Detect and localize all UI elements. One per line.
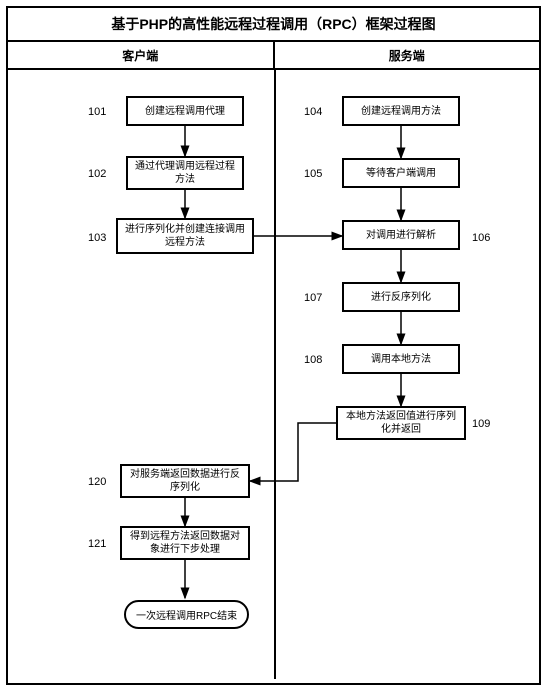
box-108: 调用本地方法: [342, 344, 460, 374]
diagram-title: 基于PHP的高性能远程过程调用（RPC）框架过程图: [8, 8, 539, 42]
box-120: 对服务端返回数据进行反序列化: [120, 464, 250, 498]
box-101: 创建远程调用代理: [126, 96, 244, 126]
label-104: 104: [304, 106, 322, 118]
end-node: 一次远程调用RPC结束: [124, 600, 249, 629]
box-104: 创建远程调用方法: [342, 96, 460, 126]
swimlanes: 101 创建远程调用代理 102 通过代理调用远程过程方法 103 进行序列化并…: [8, 70, 539, 679]
client-header: 客户端: [8, 42, 275, 68]
label-121: 121: [88, 538, 106, 550]
box-107: 进行反序列化: [342, 282, 460, 312]
label-105: 105: [304, 168, 322, 180]
box-105: 等待客户端调用: [342, 158, 460, 188]
label-102: 102: [88, 168, 106, 180]
diagram-frame: 基于PHP的高性能远程过程调用（RPC）框架过程图 客户端 服务端 101 创建…: [6, 6, 541, 685]
server-header: 服务端: [275, 42, 540, 68]
box-121: 得到远程方法返回数据对象进行下步处理: [120, 526, 250, 560]
label-120: 120: [88, 476, 106, 488]
label-106: 106: [472, 232, 490, 244]
box-102: 通过代理调用远程过程方法: [126, 156, 244, 190]
label-109: 109: [472, 418, 490, 430]
lane-divider: [274, 70, 276, 679]
label-103: 103: [88, 232, 106, 244]
box-103: 进行序列化并创建连接调用远程方法: [116, 218, 254, 254]
label-108: 108: [304, 354, 322, 366]
column-headers: 客户端 服务端: [8, 42, 539, 70]
label-101: 101: [88, 106, 106, 118]
box-109: 本地方法返回值进行序列化并返回: [336, 406, 466, 440]
label-107: 107: [304, 292, 322, 304]
box-106: 对调用进行解析: [342, 220, 460, 250]
